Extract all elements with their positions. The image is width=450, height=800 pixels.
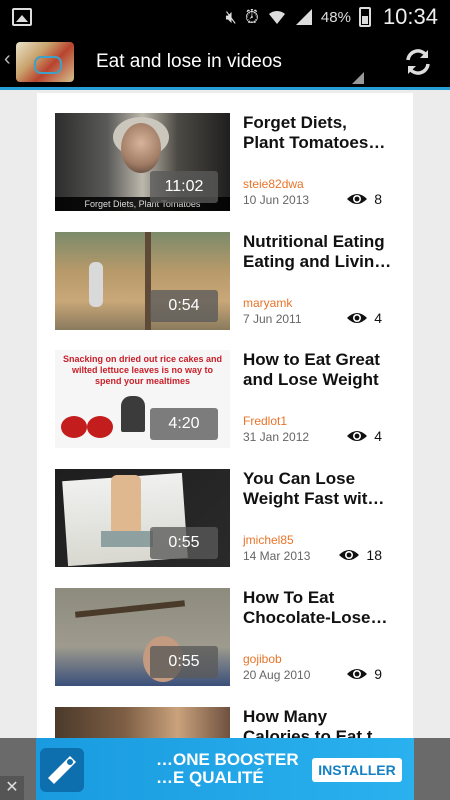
view-count-value: 8: [374, 191, 382, 207]
video-title[interactable]: Nutritional Eating Eating and Livin…: [243, 232, 393, 272]
video-thumbnail[interactable]: 0:55: [55, 588, 230, 686]
video-title[interactable]: How Many Calories to Eat t…: [243, 707, 393, 738]
eye-icon: [339, 550, 360, 560]
duration-badge: 0:54: [150, 290, 218, 322]
video-author: maryamk: [243, 296, 293, 310]
view-count-value: 4: [374, 428, 382, 444]
video-date: 20 Aug 2010: [243, 668, 311, 682]
duration-badge: 0:55: [150, 527, 218, 559]
eye-icon: [347, 669, 368, 679]
app-title: Eat and lose in videos: [96, 51, 282, 72]
signal-icon: [295, 9, 312, 25]
back-chevron-icon[interactable]: ‹: [4, 48, 11, 71]
duration-badge: 11:02: [150, 171, 218, 203]
video-author: gojibob: [243, 652, 282, 666]
view-count: 4: [346, 310, 382, 326]
ad-close-icon[interactable]: ✕: [0, 776, 24, 800]
ad-text: …ONE BOOSTER …E QUALITÉ: [156, 750, 299, 787]
video-author: jmichel85: [243, 533, 294, 547]
alarm-icon: ⏰︎: [244, 7, 259, 27]
refresh-icon[interactable]: [402, 46, 434, 78]
video-title[interactable]: How to Eat Great and Lose Weight: [243, 350, 393, 390]
status-icons: 🔇︎ ⏰︎ 48% 10:34: [226, 0, 438, 34]
install-button[interactable]: INSTALLER: [312, 758, 402, 782]
video-author: Fredlot1: [243, 414, 288, 428]
view-count-value: 4: [374, 310, 382, 326]
video-title[interactable]: Forget Diets, Plant Tomatoes…: [243, 113, 393, 153]
video-list[interactable]: Forget Diets, Plant Tomatoes 11:02 Forge…: [37, 93, 413, 738]
ad-content[interactable]: …ONE BOOSTER …E QUALITÉ INSTALLER: [36, 738, 414, 800]
booster-rocket-icon: [40, 748, 84, 792]
view-count: 4: [346, 428, 382, 444]
duration-badge: 4:20: [150, 408, 218, 440]
video-thumbnail[interactable]: Snacking on dried out rice cakes and wil…: [55, 350, 230, 448]
video-item[interactable]: Forget Diets, Plant Tomatoes 11:02 Forge…: [37, 93, 413, 211]
video-title[interactable]: You Can Lose Weight Fast wit…: [243, 469, 393, 509]
mute-icon: 🔇︎: [225, 7, 237, 27]
video-date: 7 Jun 2011: [243, 312, 302, 326]
video-thumbnail[interactable]: Forget Diets, Plant Tomatoes 11:02: [55, 113, 230, 211]
action-bar: ‹ Eat and lose in videos: [0, 34, 450, 90]
wifi-icon: [268, 10, 285, 24]
eye-icon: [347, 431, 368, 441]
status-bar: 🔇︎ ⏰︎ 48% 10:34: [0, 0, 450, 34]
video-date: 10 Jun 2013: [243, 193, 310, 207]
video-item[interactable]: How Many Calories to Eat t…: [37, 687, 413, 738]
thumbnail-headline: Snacking on dried out rice cakes and wil…: [62, 354, 223, 386]
view-count: 9: [346, 666, 382, 682]
video-date: 14 Mar 2013: [243, 549, 311, 563]
video-author: steie82dwa: [243, 177, 304, 191]
video-date: 31 Jan 2012: [243, 430, 310, 444]
clock: 10:34: [382, 4, 438, 29]
duration-badge: 0:55: [150, 646, 218, 678]
video-item[interactable]: 0:54 Nutritional Eating Eating and Livin…: [37, 212, 413, 330]
video-thumbnail[interactable]: [55, 707, 230, 738]
video-title[interactable]: How To Eat Chocolate-Lose…: [243, 588, 393, 628]
app-logo[interactable]: [16, 42, 74, 82]
view-count: 8: [346, 191, 382, 207]
video-item[interactable]: 0:55 How To Eat Chocolate-Lose… gojibob …: [37, 568, 413, 686]
video-item[interactable]: 0:55 You Can Lose Weight Fast wit… jmich…: [37, 449, 413, 567]
eye-icon: [347, 194, 368, 204]
eye-icon: [347, 313, 368, 323]
video-thumbnail[interactable]: 0:55: [55, 469, 230, 567]
battery-icon: [358, 7, 371, 27]
view-count: 18: [338, 547, 382, 563]
view-count-value: 18: [366, 547, 382, 563]
battery-percent: 48%: [320, 8, 351, 26]
video-item[interactable]: Snacking on dried out rice cakes and wil…: [37, 330, 413, 448]
gallery-icon: [12, 8, 32, 26]
ad-banner[interactable]: ✕ …ONE BOOSTER …E QUALITÉ INSTALLER: [0, 738, 450, 800]
dropdown-indicator-icon[interactable]: [352, 72, 364, 84]
view-count-value: 9: [374, 666, 382, 682]
video-thumbnail[interactable]: 0:54: [55, 232, 230, 330]
